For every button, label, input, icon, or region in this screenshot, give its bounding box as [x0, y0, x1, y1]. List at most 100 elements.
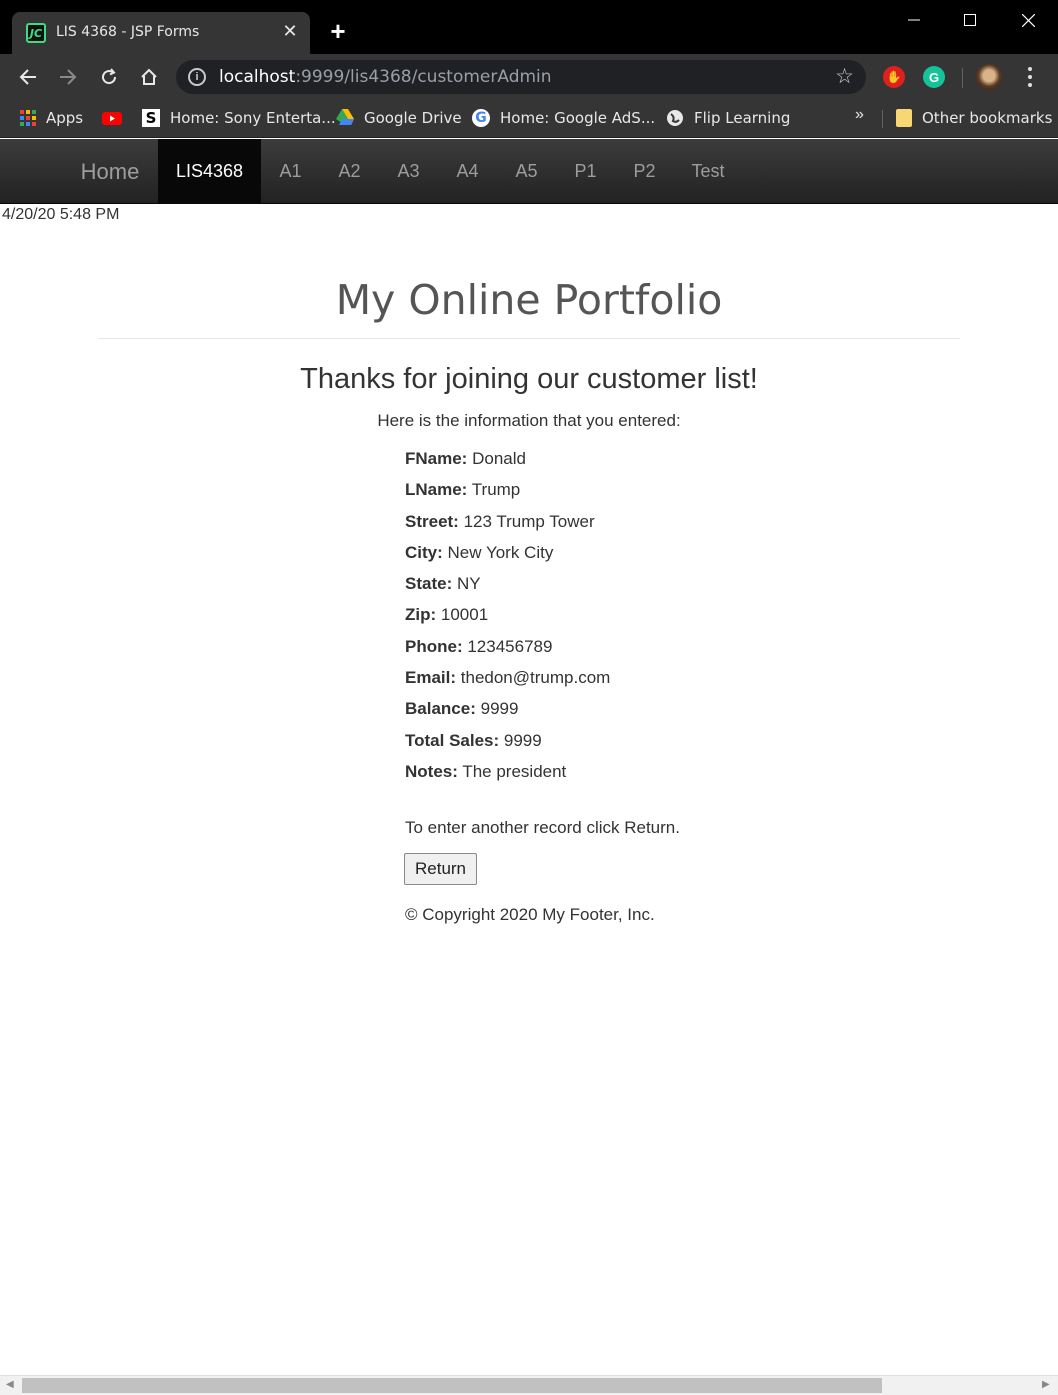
another-record-text: To enter another record click Return.: [405, 818, 680, 837]
field-label: Street:: [405, 511, 459, 531]
field-label: Notes:: [405, 761, 458, 781]
browser-tab[interactable]: JC LIS 4368 - JSP Forms ✕: [12, 12, 310, 54]
grammarly-extension-icon[interactable]: G: [923, 66, 945, 88]
nav-a4[interactable]: A4: [438, 139, 497, 204]
bookmarks-bar: Apps S Home: Sony Enterta... Google Driv…: [0, 100, 1058, 138]
browser-menu-icon[interactable]: [1020, 65, 1040, 89]
field-email: Email: thedon@trump.com: [405, 668, 610, 699]
field-label: State:: [405, 574, 453, 594]
bookmark-label: Home: Sony Enterta...: [170, 109, 336, 127]
field-label: LName:: [405, 480, 468, 500]
profile-avatar[interactable]: [976, 64, 1002, 90]
field-city: City: New York City: [405, 543, 610, 574]
new-tab-plus-icon[interactable]: +: [326, 18, 350, 44]
back-arrow-icon[interactable]: [15, 64, 41, 90]
field-value: Donald: [472, 449, 526, 468]
bookmark-label: Flip Learning: [694, 109, 791, 127]
nav-a3[interactable]: A3: [379, 139, 438, 204]
browser-toolbar: i localhost:9999/lis4368/customerAdmin ☆…: [0, 54, 1058, 100]
nav-lis4368[interactable]: LIS4368: [158, 139, 261, 204]
intro-text: Here is the information that you entered…: [377, 411, 681, 430]
tab-title: LIS 4368 - JSP Forms: [56, 24, 200, 40]
horizontal-scrollbar[interactable]: ◀ ▶: [0, 1375, 1058, 1395]
scroll-left-arrow-icon[interactable]: ◀: [6, 1379, 14, 1390]
nav-test[interactable]: Test: [674, 139, 742, 204]
site-info-icon[interactable]: i: [188, 68, 206, 86]
field-value: Trump: [471, 480, 521, 500]
field-lname: LName: Trump: [405, 480, 610, 511]
bookmarks-overflow-icon[interactable]: »: [855, 106, 864, 124]
apps-grid-icon: [20, 110, 36, 126]
bookmark-flip-learning[interactable]: Flip Learning: [666, 108, 790, 128]
field-total-sales: Total Sales: 9999: [405, 731, 610, 762]
bookmark-sony[interactable]: S Home: Sony Enterta...: [142, 108, 336, 128]
window-minimize-icon[interactable]: [899, 8, 929, 32]
reload-icon[interactable]: [96, 64, 122, 90]
other-bookmarks-label: Other bookmarks: [922, 109, 1053, 127]
current-datetime: 4/20/20 5:48 PM: [2, 206, 120, 223]
adblock-extension-icon[interactable]: ✋: [883, 66, 905, 88]
home-icon[interactable]: [136, 64, 162, 90]
nav-p1[interactable]: P1: [556, 139, 615, 204]
browser-titlebar: JC LIS 4368 - JSP Forms ✕ +: [0, 0, 1058, 54]
tab-favicon-icon: JC: [26, 23, 46, 43]
field-value: 9999: [503, 730, 542, 750]
nav-home[interactable]: Home: [62, 139, 158, 204]
site-navbar: Home LIS4368 A1 A2 A3 A4 A5 P1 P2 Test: [0, 139, 1058, 204]
field-balance: Balance: 9999: [405, 699, 610, 730]
bookmark-apps[interactable]: Apps: [20, 108, 83, 128]
youtube-icon: [102, 109, 122, 127]
field-state: State: NY: [405, 574, 610, 605]
return-button[interactable]: Return: [404, 853, 477, 885]
bookmark-youtube[interactable]: [102, 108, 130, 128]
bookmark-star-icon[interactable]: ☆: [835, 64, 854, 89]
field-value: 9999: [480, 699, 519, 719]
forward-arrow-icon[interactable]: [55, 64, 81, 90]
address-url[interactable]: localhost:9999/lis4368/customerAdmin: [219, 67, 552, 87]
scroll-right-arrow-icon[interactable]: ▶: [1042, 1379, 1050, 1390]
nav-a1[interactable]: A1: [261, 139, 320, 204]
toolbar-divider: [962, 68, 963, 88]
field-street: Street: 123 Trump Tower: [405, 512, 610, 543]
window-close-icon[interactable]: [1013, 8, 1043, 32]
sony-s-icon: S: [142, 109, 160, 127]
url-host: localhost: [219, 67, 296, 87]
globe-icon: [666, 109, 684, 127]
bookmark-label: Apps: [46, 109, 84, 127]
field-value: 123 Trump Tower: [463, 511, 595, 531]
title-divider: [98, 338, 960, 339]
field-value: The president: [462, 761, 567, 781]
google-g-icon: G: [472, 109, 490, 127]
field-label: Zip:: [405, 605, 437, 625]
customer-info-list: FName: Donald LName: Trump Street: 123 T…: [405, 449, 610, 793]
field-label: Total Sales:: [405, 730, 500, 750]
thanks-heading: Thanks for joining our customer list!: [300, 363, 758, 395]
field-label: Phone:: [405, 636, 463, 656]
folder-icon: [896, 109, 912, 127]
page-title: My Online Portfolio: [335, 276, 723, 324]
url-path: :9999/lis4368/customerAdmin: [295, 67, 552, 87]
tab-close-icon[interactable]: ✕: [280, 21, 300, 41]
field-value: 123456789: [467, 636, 553, 656]
nav-a2[interactable]: A2: [320, 139, 379, 204]
scrollbar-thumb[interactable]: [22, 1378, 882, 1393]
google-drive-icon: [336, 109, 354, 127]
bookmark-google-ads[interactable]: G Home: Google AdS...: [472, 108, 655, 128]
bookmark-label: Home: Google AdS...: [500, 109, 656, 127]
nav-p2[interactable]: P2: [615, 139, 674, 204]
field-fname: FName: Donald: [405, 449, 610, 480]
field-zip: Zip: 10001: [405, 605, 610, 636]
address-bar[interactable]: i localhost:9999/lis4368/customerAdmin ☆: [176, 60, 866, 94]
bookmarks-divider: [882, 110, 883, 128]
field-label: FName:: [405, 449, 468, 468]
field-label: Balance:: [405, 699, 476, 719]
field-notes: Notes: The president: [405, 762, 610, 793]
field-value: New York City: [447, 542, 554, 562]
field-label: City:: [405, 542, 443, 562]
nav-a5[interactable]: A5: [497, 139, 556, 204]
bookmark-google-drive[interactable]: Google Drive: [336, 108, 462, 128]
other-bookmarks[interactable]: Other bookmarks: [896, 108, 1052, 128]
bookmark-label: Google Drive: [364, 109, 462, 127]
window-maximize-icon[interactable]: [955, 8, 985, 32]
field-value: NY: [456, 574, 481, 594]
